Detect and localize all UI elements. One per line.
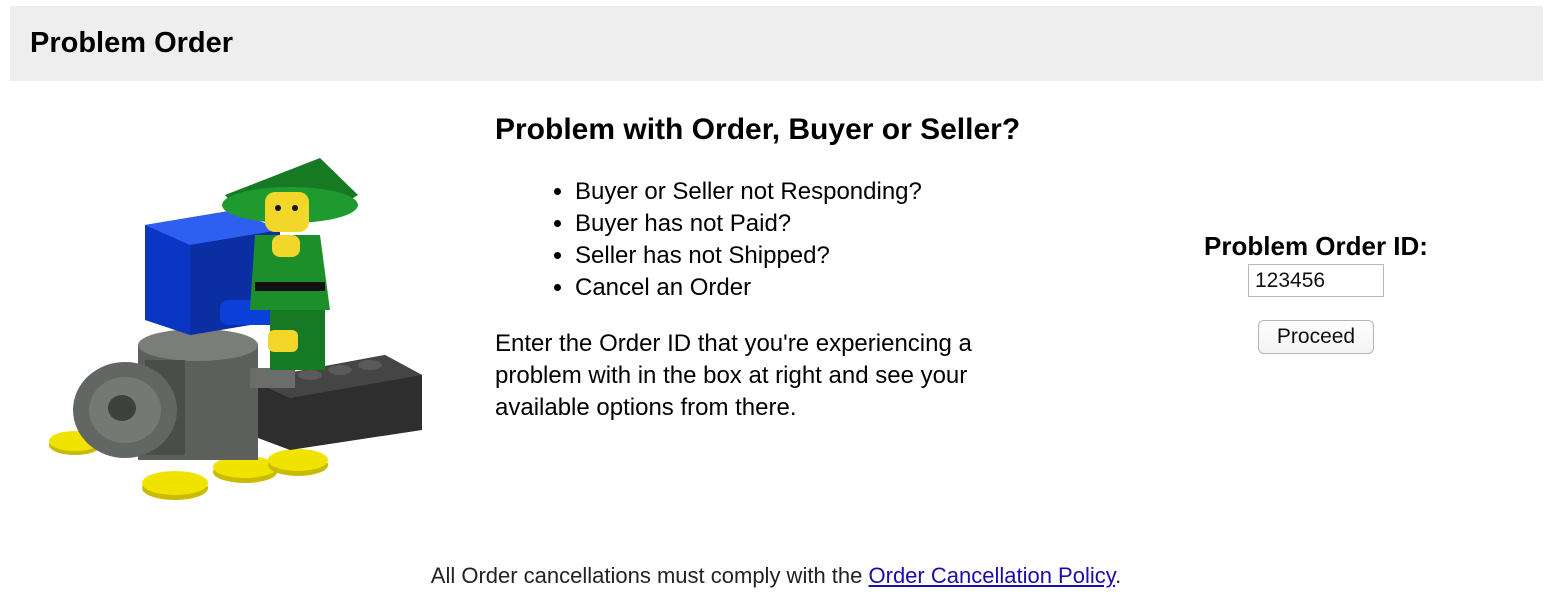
list-item: Cancel an Order [575, 272, 1075, 304]
gold-coin-icon [213, 456, 277, 483]
list-item: Seller has not Shipped? [575, 240, 1075, 272]
order-id-label: Problem Order ID: [1204, 231, 1428, 261]
lego-minifig-illustration [49, 158, 422, 500]
grey-wheel-icon [73, 362, 177, 458]
instructions-text: Enter the Order ID that you're experienc… [495, 330, 972, 421]
problem-list: Buyer or Seller not Responding? Buyer ha… [495, 176, 1075, 304]
cancellation-notice-text: All Order cancellations must comply with… [430, 563, 869, 588]
list-item: Buyer has not Paid? [575, 208, 1075, 240]
proceed-button[interactable]: Proceed [1258, 320, 1374, 354]
order-cancellation-policy-link[interactable]: Order Cancellation Policy [869, 563, 1116, 588]
page-title: Problem Order [30, 27, 234, 59]
order-id-input[interactable] [1248, 264, 1384, 297]
order-id-form: Problem Order ID: Proceed [1185, 228, 1447, 354]
cancellation-notice: All Order cancellations must comply with… [0, 560, 1552, 592]
list-item: Buyer or Seller not Responding? [575, 176, 1075, 208]
gold-coin-icon [268, 449, 328, 476]
section-heading: Problem with Order, Buyer or Seller? [495, 113, 1021, 146]
page-header: Problem Order [10, 6, 1543, 81]
main-content: Problem with Order, Buyer or Seller? Buy… [495, 108, 1075, 424]
cancellation-notice-period: . [1115, 563, 1122, 588]
gold-coin-icon [142, 471, 208, 500]
